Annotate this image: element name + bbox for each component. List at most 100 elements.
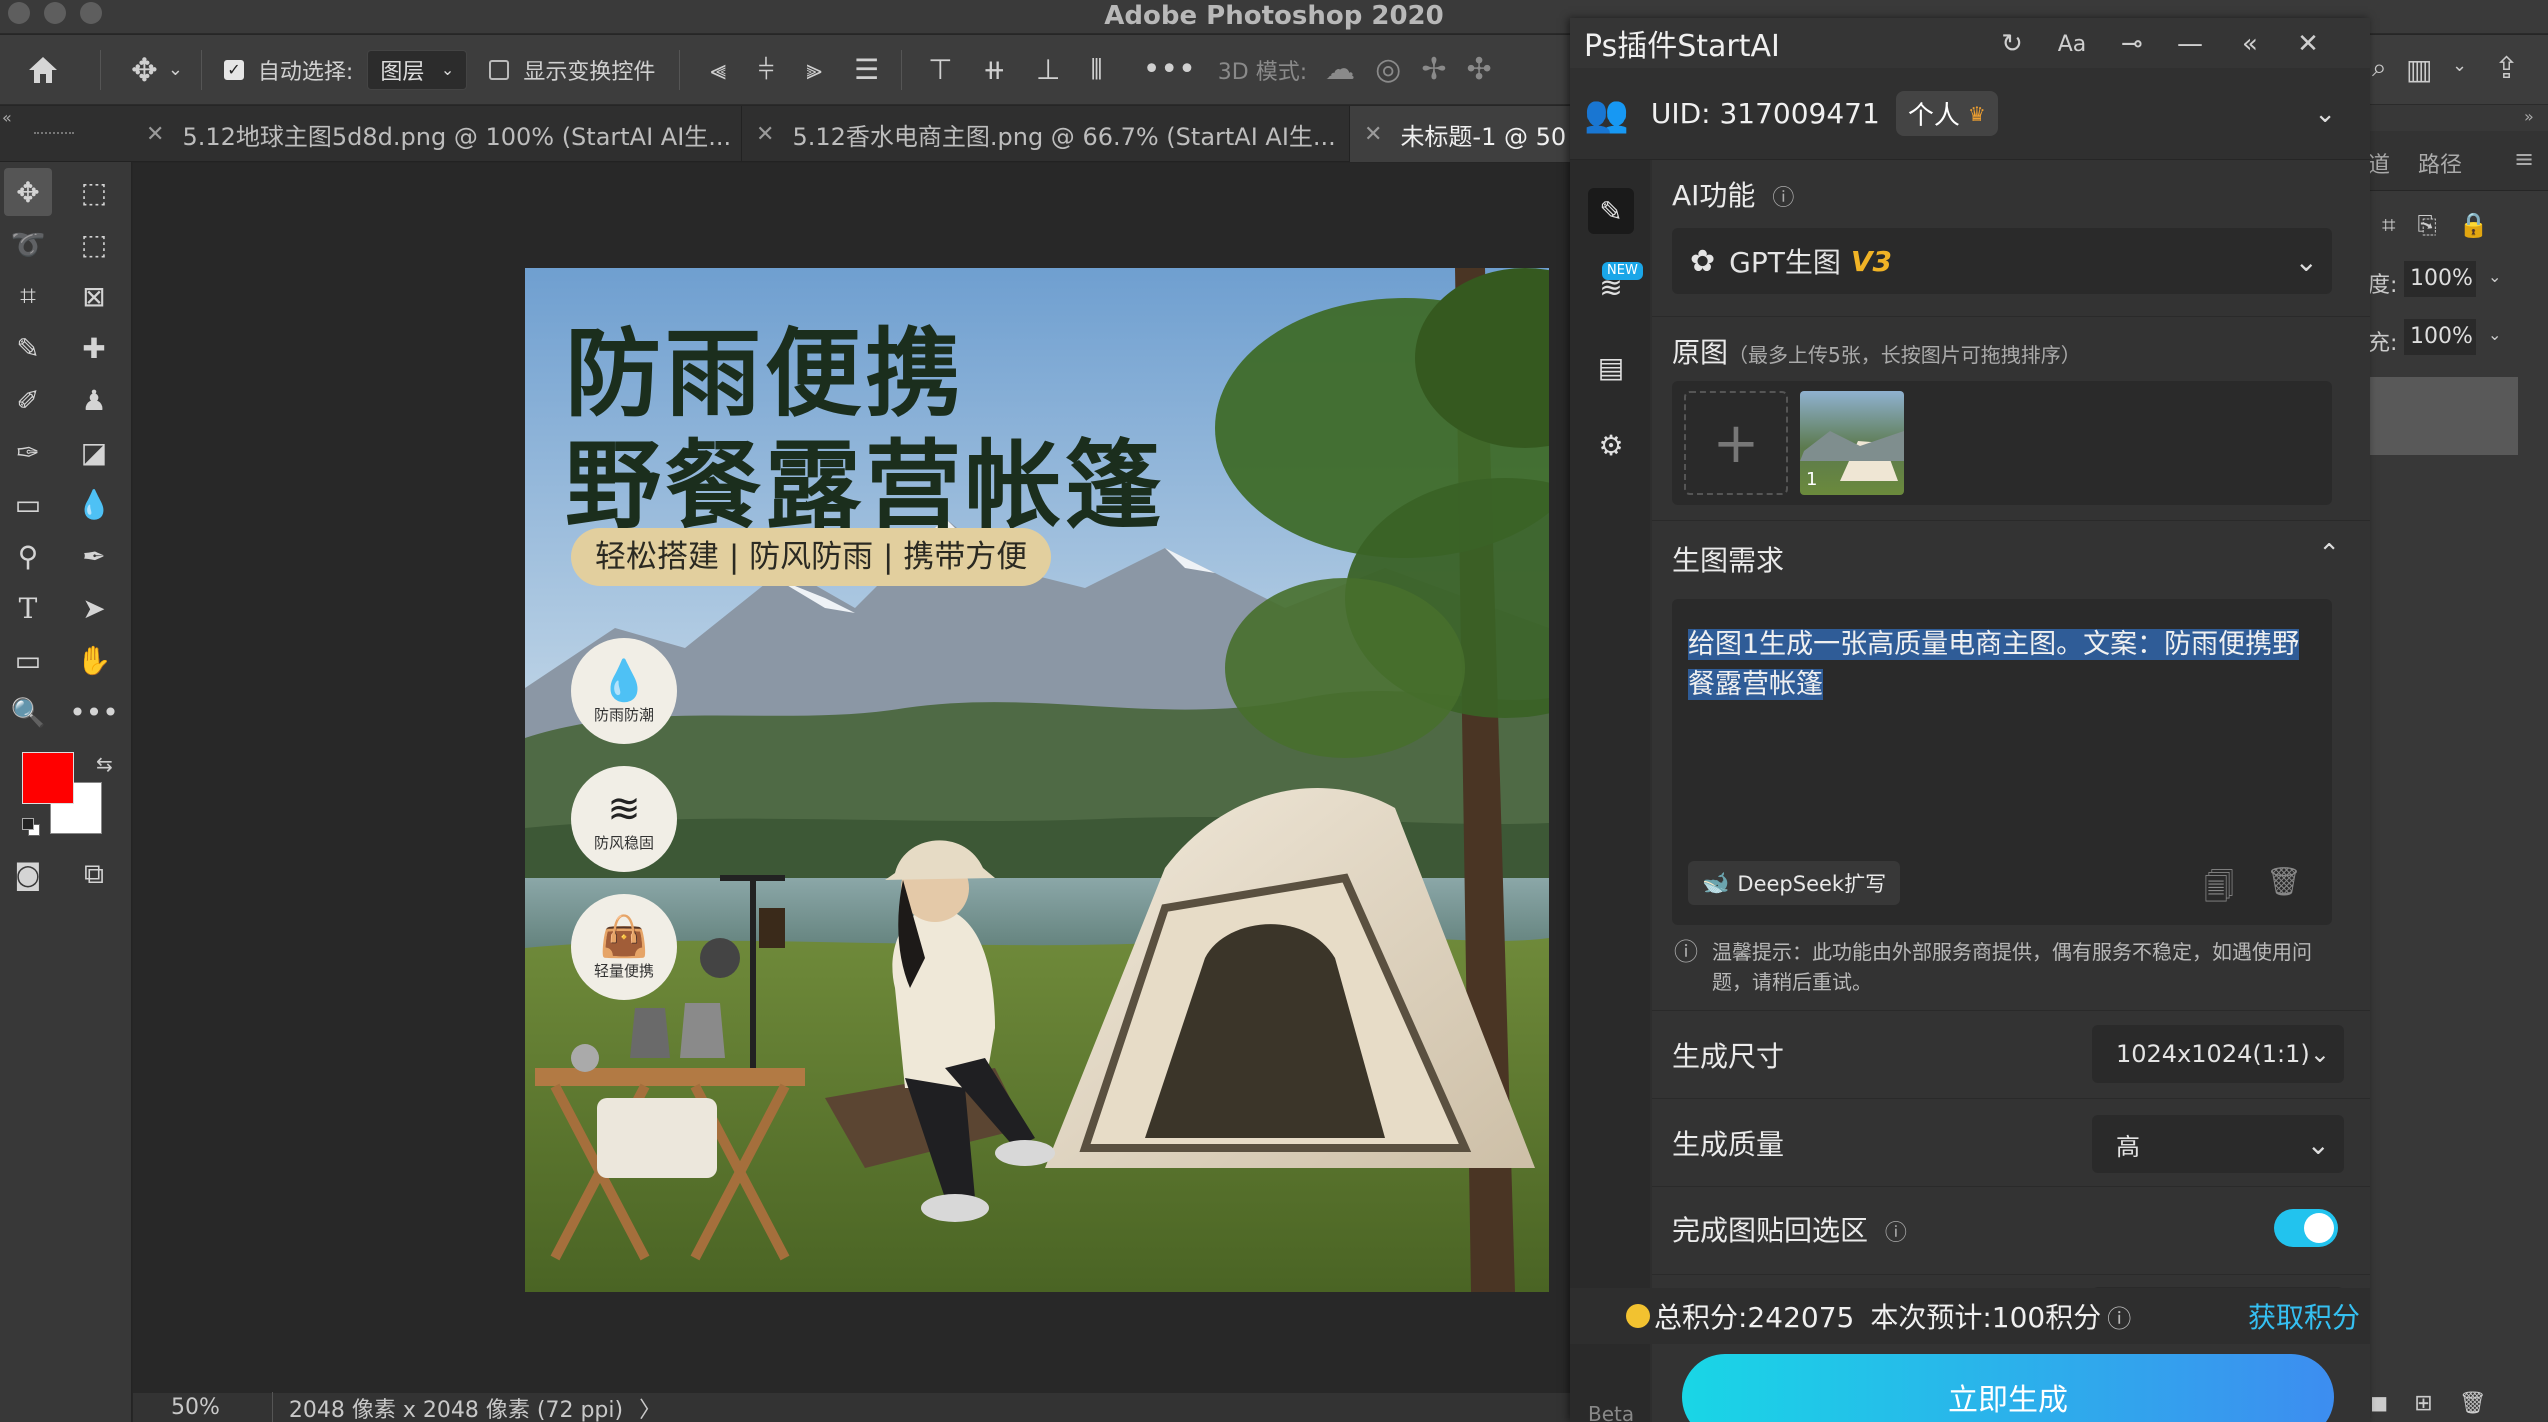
document-canvas[interactable]: 防雨便携 野餐露营帐篷 轻松搭建 | 防风防雨 | 携带方便 💧 防雨防潮 ≋ … xyxy=(525,268,1549,1292)
tab-document-1[interactable]: ✕ 5.12地球主图5d8d.png @ 100% (StartAI AI生..… xyxy=(132,106,742,162)
clone-stamp-tool-icon[interactable]: ♟ xyxy=(70,376,118,424)
align-right-icon[interactable]: ⫸ xyxy=(806,53,822,87)
eyedropper-tool-icon[interactable]: ✎ xyxy=(4,324,52,372)
chevron-down-icon[interactable]: ⌄ xyxy=(2488,325,2501,344)
opacity-input[interactable]: 100% xyxy=(2404,261,2476,297)
move-tool-preset-icon[interactable]: ✥ ⌄ xyxy=(131,51,183,89)
history-brush-tool-icon[interactable]: ✑ xyxy=(4,428,52,476)
distribute-icon[interactable]: ☰ xyxy=(854,53,879,86)
align-hcenter-icon[interactable]: ⫩ xyxy=(758,53,774,87)
tab-paths[interactable]: 路径 xyxy=(2418,147,2462,179)
more-options-icon[interactable]: ••• xyxy=(1143,52,1196,87)
adjustment-layer-icon[interactable]: ◼ xyxy=(2370,1391,2388,1421)
refresh-icon[interactable]: ↻ xyxy=(1992,24,2032,64)
foreground-color-swatch[interactable] xyxy=(22,752,74,804)
lasso-tool-icon[interactable]: ➰ xyxy=(4,220,52,268)
chevron-down-icon[interactable]: ⌄ xyxy=(2314,99,2336,129)
collapse-right-icon[interactable]: » xyxy=(2524,107,2534,126)
prompt-library-icon[interactable]: 🗐 xyxy=(2204,865,2234,916)
toolbar-grip[interactable] xyxy=(34,132,74,136)
pin-icon[interactable]: ⊸ xyxy=(2112,24,2152,64)
share-icon[interactable]: ⇪ xyxy=(2494,51,2519,86)
align-bottom-icon[interactable]: ⊥ xyxy=(1036,53,1060,86)
search-icon[interactable]: ⌕ xyxy=(2372,53,2387,84)
rectangle-tool-icon[interactable]: ▭ xyxy=(4,636,52,684)
zoom-level[interactable]: 50% xyxy=(171,1395,220,1420)
close-tab-icon[interactable]: ✕ xyxy=(1364,122,1382,147)
chevron-up-icon[interactable]: ⌃ xyxy=(2318,539,2340,569)
close-tab-icon[interactable]: ✕ xyxy=(146,122,164,147)
font-size-icon[interactable]: Aa xyxy=(2052,24,2092,64)
paste-back-toggle[interactable] xyxy=(2274,1209,2338,1247)
chevron-down-icon[interactable]: ⌄ xyxy=(2488,267,2501,286)
quick-mask-icon[interactable]: ◙ xyxy=(4,850,52,898)
prompt-textarea[interactable]: 给图1生成一张高质量电商主图。文案：防雨便携野餐露营帐篷 🐋 DeepSeek扩… xyxy=(1672,599,2332,925)
lock-position-icon[interactable]: ⌗ xyxy=(2382,211,2396,239)
tab-document-3[interactable]: ✕ 未标题-1 @ 50 xyxy=(1350,106,1580,162)
info-icon[interactable]: ⓘ xyxy=(2107,1299,2131,1334)
healing-brush-tool-icon[interactable]: ✚ xyxy=(70,324,118,372)
panel-menu-icon[interactable]: ≡ xyxy=(2514,145,2534,173)
source-thumbnail[interactable]: 1 xyxy=(1800,391,1904,495)
auto-select-dropdown[interactable]: 图层 ⌄ xyxy=(367,49,468,90)
generate-button[interactable]: 立即生成 xyxy=(1682,1354,2334,1422)
3d-orbit-icon[interactable]: ☁ xyxy=(1325,52,1355,87)
hand-tool-icon[interactable]: ✋ xyxy=(70,636,118,684)
chevron-down-icon[interactable]: ⌄ xyxy=(2452,55,2467,76)
align-left-icon[interactable]: ⫷ xyxy=(710,53,726,87)
3d-pan-icon[interactable]: ✢ xyxy=(1421,52,1446,87)
move-tool-icon[interactable]: ✥ xyxy=(4,168,52,216)
distribute-vertical-icon[interactable]: ⦀ xyxy=(1090,53,1102,87)
crop-tool-icon[interactable]: ⌗ xyxy=(4,272,52,320)
show-transform-checkbox[interactable]: 显示变换控件 xyxy=(489,54,655,86)
blur-tool-icon[interactable]: 💧 xyxy=(70,480,118,528)
trash-icon[interactable]: 🗑 xyxy=(2266,865,2302,898)
object-select-tool-icon[interactable]: ⬚ xyxy=(70,220,118,268)
collapse-left-icon[interactable]: « xyxy=(2,108,12,127)
quality-dropdown[interactable]: 高 ⌄ xyxy=(2092,1115,2344,1173)
home-icon[interactable] xyxy=(26,54,60,86)
brush-tool-icon[interactable]: ✐ xyxy=(4,376,52,424)
lock-all-icon[interactable]: 🔒 xyxy=(2459,211,2489,239)
collapse-panel-icon[interactable]: « xyxy=(2230,24,2270,64)
type-tool-icon[interactable]: T xyxy=(4,584,52,632)
status-menu-arrow[interactable]: 〉 xyxy=(639,1392,661,1422)
pen-tool-icon[interactable]: ✒ xyxy=(70,532,118,580)
minimize-icon[interactable]: — xyxy=(2170,24,2210,64)
info-icon[interactable]: ⓘ xyxy=(1885,1221,1907,1246)
layer-row-selected[interactable] xyxy=(2368,377,2518,455)
default-colors-icon[interactable] xyxy=(22,818,42,838)
lock-artboard-icon[interactable]: ⎘ xyxy=(2418,211,2437,239)
fill-input[interactable]: 100% xyxy=(2404,319,2476,355)
align-top-icon[interactable]: ⊤ xyxy=(928,53,952,86)
size-dropdown[interactable]: 1024x1024(1:1) ⌄ xyxy=(2092,1025,2344,1083)
tab-document-2[interactable]: ✕ 5.12香水电商主图.png @ 66.7% (StartAI AI生... xyxy=(742,106,1350,162)
auto-select-checkbox[interactable]: ✓ 自动选择: xyxy=(223,54,353,86)
eraser-tool-icon[interactable]: ◪ xyxy=(70,428,118,476)
edit-icon[interactable]: ✎ xyxy=(1588,188,1634,234)
add-image-button[interactable]: + xyxy=(1684,391,1788,495)
ai-feature-dropdown[interactable]: ✿ GPT生图 V3 ⌄ xyxy=(1672,228,2332,294)
align-vcenter-icon[interactable]: ⧺ xyxy=(983,53,1006,86)
swap-colors-icon[interactable]: ⇆ xyxy=(96,752,113,776)
deepseek-expand-button[interactable]: 🐋 DeepSeek扩写 xyxy=(1688,861,1901,905)
clipboard-icon[interactable]: ▤ xyxy=(1588,344,1634,390)
screen-mode-icon[interactable]: ⧉ xyxy=(70,850,118,898)
dodge-tool-icon[interactable]: ⚲ xyxy=(4,532,52,580)
info-icon[interactable]: ⓘ xyxy=(1772,186,1794,211)
tab-channels[interactable]: 道 xyxy=(2368,147,2390,179)
new-layer-icon[interactable]: ⊞ xyxy=(2414,1391,2432,1421)
get-points-link[interactable]: 获取积分 xyxy=(2248,1296,2360,1336)
3d-roll-icon[interactable]: ◎ xyxy=(1375,52,1401,87)
marquee-tool-icon[interactable]: ⬚ xyxy=(70,168,118,216)
close-tab-icon[interactable]: ✕ xyxy=(756,122,774,147)
more-tools-icon[interactable]: ••• xyxy=(69,688,119,736)
frame-tool-icon[interactable]: ⊠ xyxy=(70,272,118,320)
workspace-icon[interactable]: ▥ xyxy=(2406,53,2432,86)
path-select-tool-icon[interactable]: ➤ xyxy=(70,584,118,632)
3d-slide-icon[interactable]: ✣ xyxy=(1466,52,1491,87)
close-icon[interactable]: ✕ xyxy=(2288,24,2328,64)
zoom-tool-icon[interactable]: 🔍 xyxy=(4,688,52,736)
delete-layer-icon[interactable]: 🗑 xyxy=(2459,1391,2487,1421)
gradient-tool-icon[interactable]: ▭ xyxy=(4,480,52,528)
